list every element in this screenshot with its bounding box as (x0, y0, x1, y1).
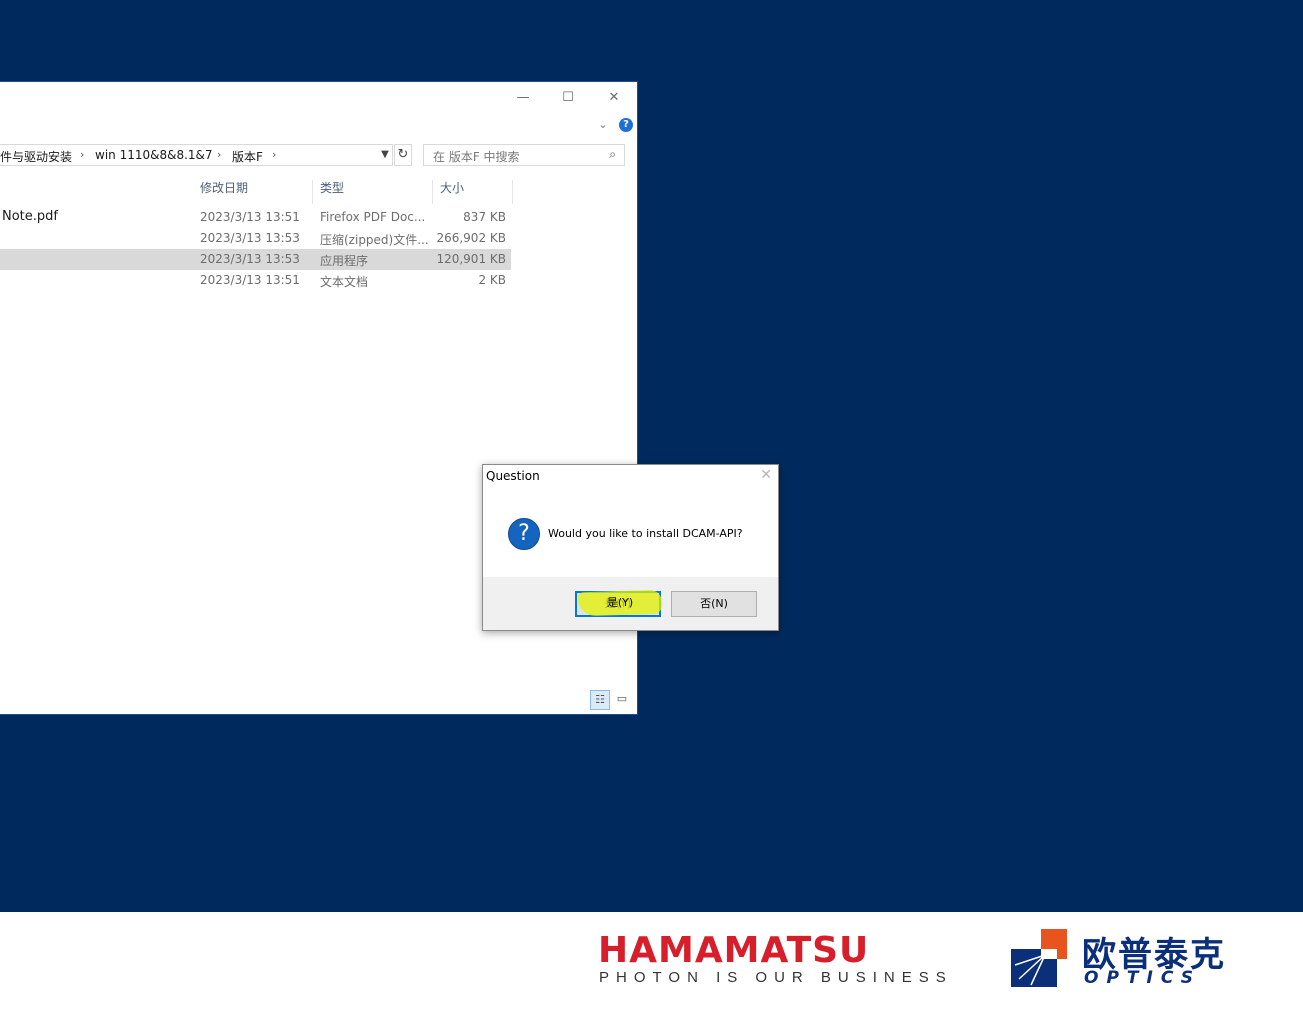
breadcrumb-separator-icon[interactable]: › (272, 148, 276, 161)
optics-english-name: OPTICS (1084, 968, 1201, 988)
breadcrumb-item[interactable]: 版本F (232, 148, 263, 165)
file-size: 266,902 KB (436, 231, 506, 245)
file-row[interactable]: 2023/3/13 13:51 文本文档 2 KB (0, 270, 511, 291)
file-type: 应用程序 (320, 254, 369, 268)
minimize-button[interactable]: — (508, 88, 538, 108)
search-input[interactable]: 在 版本F 中搜索 ⌕ (423, 144, 625, 166)
breadcrumb-item[interactable]: 件与驱动安装 (0, 148, 72, 165)
help-icon[interactable]: ? (619, 118, 633, 132)
file-name: Note.pdf (2, 209, 58, 224)
hamamatsu-logo: HAMAMATSU (598, 930, 870, 971)
close-button[interactable]: ✕ (599, 88, 629, 108)
breadcrumb-separator-icon[interactable]: › (80, 148, 84, 161)
file-type: 文本文档 (320, 275, 369, 289)
details-view-icon[interactable]: ☷ (590, 690, 610, 710)
file-size: 837 KB (463, 210, 506, 224)
breadcrumb-item[interactable]: win 1110&8&8.1&7 (95, 148, 213, 162)
expand-ribbon-chevron-icon[interactable]: ⌄ (596, 118, 610, 132)
address-bar[interactable]: 件与驱动安装 › win 1110&8&8.1&7 › 版本F › (0, 144, 393, 166)
no-button[interactable]: 否(N) (671, 591, 757, 617)
column-header-date[interactable]: 修改日期 (193, 180, 313, 204)
breadcrumb-separator-icon[interactable]: › (217, 148, 221, 161)
file-row[interactable]: Note.pdf 2023/3/13 13:51 Firefox PDF Doc… (0, 207, 511, 228)
hamamatsu-tagline: PHOTON IS OUR BUSINESS (599, 969, 953, 986)
refresh-icon[interactable]: ↻ (394, 144, 412, 166)
optics-logo-icon (1011, 929, 1067, 987)
file-date: 2023/3/13 13:51 (200, 210, 300, 224)
maximize-button[interactable]: ☐ (553, 88, 583, 108)
question-icon: ? (508, 518, 540, 550)
file-size: 2 KB (478, 273, 506, 287)
column-header-size[interactable]: 大小 (433, 180, 513, 204)
address-history-chevron-icon[interactable]: ▼ (378, 145, 392, 165)
dialog-message: Would you like to install DCAM-API? (548, 527, 743, 540)
file-date: 2023/3/13 13:53 (200, 252, 300, 266)
search-placeholder: 在 版本F 中搜索 (433, 150, 520, 164)
file-row-selected[interactable]: 2023/3/13 13:53 应用程序 120,901 KB (0, 249, 511, 270)
file-date: 2023/3/13 13:53 (200, 231, 300, 245)
file-row[interactable]: 2023/3/13 13:53 压缩(zipped)文件... 266,902 … (0, 228, 511, 249)
dialog-close-icon[interactable]: ✕ (760, 467, 772, 483)
dialog-title: Question (486, 469, 540, 483)
file-date: 2023/3/13 13:51 (200, 273, 300, 287)
yellow-highlight-mark (577, 589, 663, 617)
large-icons-view-icon[interactable]: ▭ (612, 690, 632, 710)
column-header-type[interactable]: 类型 (313, 180, 433, 204)
file-size: 120,901 KB (436, 252, 506, 266)
search-icon[interactable]: ⌕ (609, 147, 616, 162)
